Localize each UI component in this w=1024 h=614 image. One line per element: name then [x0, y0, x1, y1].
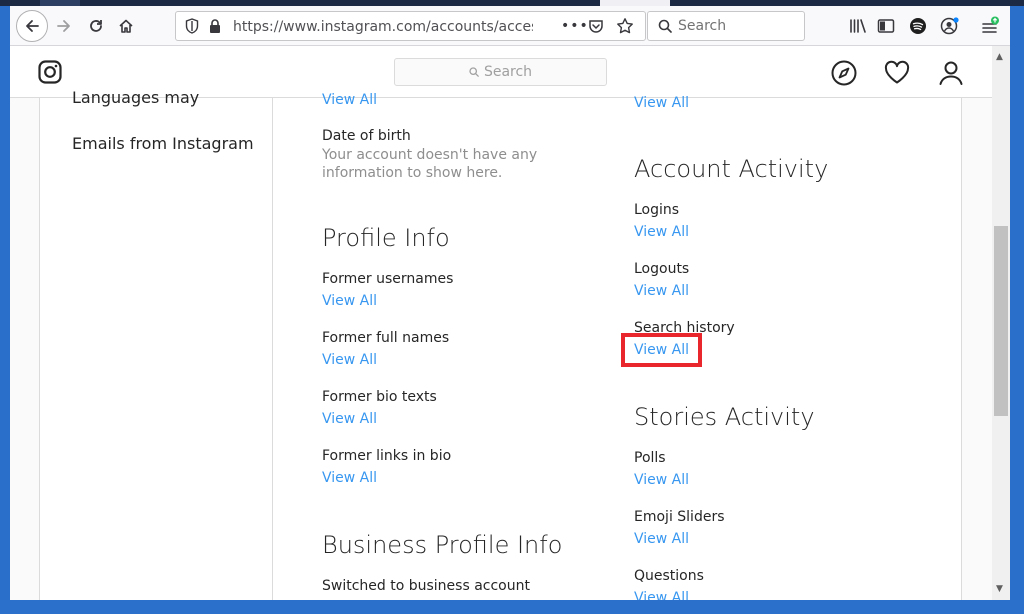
former-links-in-bio-label: Former links in bio — [322, 448, 452, 464]
date-of-birth-label: Date of birth — [322, 128, 411, 144]
scroll-down-arrow-icon[interactable]: ▼ — [996, 584, 1003, 594]
reload-icon — [90, 20, 102, 32]
back-button[interactable] — [16, 10, 48, 42]
page-content: Languages may Emails from Instagram View… — [10, 88, 992, 600]
former-usernames-label: Former usernames — [322, 271, 454, 287]
logouts-view-all-link[interactable]: View All — [634, 283, 689, 299]
instagram-logo-icon[interactable] — [38, 60, 62, 84]
polls-label: Polls — [634, 450, 666, 466]
spotify-extension-button[interactable] — [906, 14, 930, 38]
settings-sidebar: Languages may Emails from Instagram — [40, 88, 273, 600]
bookmark-star-icon[interactable] — [616, 17, 634, 35]
logins-label: Logins — [634, 202, 680, 218]
emoji-sliders-label: Emoji Sliders — [634, 509, 725, 525]
profile-user-icon[interactable] — [937, 59, 965, 87]
lock-icon[interactable] — [209, 19, 221, 34]
former-full-names-view-all-link[interactable]: View All — [322, 352, 377, 368]
sidebar-icon — [877, 19, 895, 33]
former-bio-texts-view-all-link[interactable]: View All — [322, 411, 377, 427]
switched-to-business-account-label: Switched to business account — [322, 578, 530, 594]
logouts-label: Logouts — [634, 261, 690, 277]
former-bio-texts-label: Former bio texts — [322, 389, 437, 405]
reload-button[interactable] — [82, 12, 110, 40]
search-icon — [469, 67, 479, 77]
vertical-scrollbar[interactable]: ▲ ▼ — [992, 46, 1010, 600]
app-menu-button[interactable] — [978, 14, 1002, 38]
account-button[interactable] — [938, 14, 962, 38]
url-text[interactable]: https://www.instagram.com/accounts/acces… — [233, 19, 533, 35]
activity-heart-icon[interactable] — [883, 59, 911, 87]
view-all-link[interactable]: View All — [322, 92, 377, 108]
sidebar-toggle-button[interactable] — [874, 14, 898, 38]
browser-window: https://www.instagram.com/accounts/acces… — [10, 6, 1010, 600]
sidebar-item-partial[interactable]: Languages may — [72, 88, 199, 107]
explore-compass-icon[interactable] — [830, 59, 858, 87]
account-icon — [940, 17, 959, 35]
tracking-protection-shield-icon[interactable] — [185, 18, 199, 34]
arrow-left-icon — [26, 20, 39, 32]
former-full-names-label: Former full names — [322, 330, 450, 346]
home-icon — [119, 19, 133, 33]
former-links-in-bio-view-all-link[interactable]: View All — [322, 470, 377, 486]
browser-search-bar[interactable]: Search — [647, 11, 805, 41]
sidebar-item-emails-from-instagram[interactable]: Emails from Instagram — [72, 134, 254, 153]
search-placeholder: Search — [678, 18, 727, 34]
stories-activity-heading: Stories Activity — [634, 403, 815, 431]
desktop-bottom-strip — [0, 600, 1024, 614]
former-usernames-view-all-link[interactable]: View All — [322, 293, 377, 309]
instagram-search-placeholder: Search — [483, 64, 533, 80]
profile-info-heading: Profile Info — [322, 224, 450, 252]
page-actions-menu[interactable]: ••• — [561, 18, 589, 34]
view-all-link[interactable]: View All — [634, 95, 689, 111]
questions-label: Questions — [634, 568, 704, 584]
emoji-sliders-view-all-link[interactable]: View All — [634, 531, 689, 547]
instagram-search-input[interactable]: Search — [394, 58, 607, 86]
scrollbar-thumb[interactable] — [994, 226, 1008, 416]
search-icon — [658, 19, 672, 33]
pocket-icon[interactable] — [588, 18, 604, 34]
forward-button[interactable] — [50, 12, 78, 40]
arrow-right-icon — [57, 20, 70, 32]
library-button[interactable] — [846, 14, 870, 38]
home-button[interactable] — [112, 12, 140, 40]
access-tool-card: Languages may Emails from Instagram View… — [39, 88, 962, 600]
date-of-birth-note: Your account doesn't have any informatio… — [322, 147, 538, 181]
scroll-up-arrow-icon[interactable]: ▲ — [996, 52, 1003, 62]
library-icon — [850, 19, 866, 33]
hamburger-menu-icon — [982, 16, 999, 33]
logins-view-all-link[interactable]: View All — [634, 224, 689, 240]
spotify-icon — [910, 18, 926, 34]
business-profile-info-heading: Business Profile Info — [322, 531, 563, 559]
address-bar[interactable]: https://www.instagram.com/accounts/acces… — [175, 11, 646, 41]
questions-view-all-link[interactable]: View All — [634, 590, 689, 600]
browser-toolbar: https://www.instagram.com/accounts/acces… — [10, 6, 1010, 46]
annotation-highlight-box — [621, 333, 702, 367]
account-activity-heading: Account Activity — [634, 155, 829, 183]
polls-view-all-link[interactable]: View All — [634, 472, 689, 488]
